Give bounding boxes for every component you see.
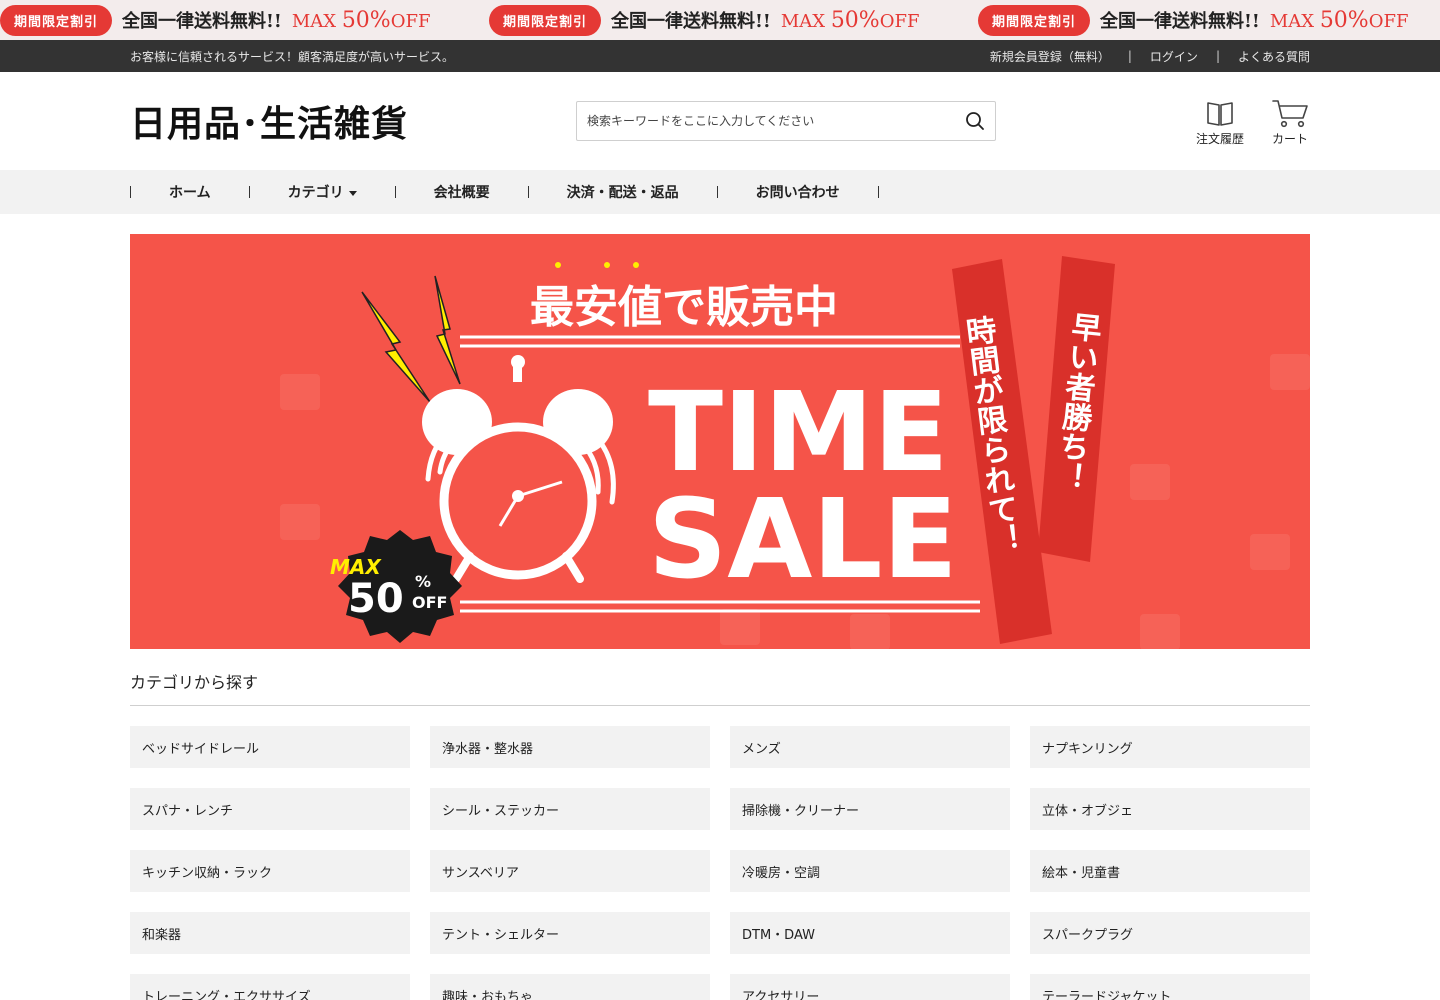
category-item[interactable]: ナプキンリング [1030, 726, 1310, 768]
banner-graphic: 最安値で販売中 TIME SALE 時間が限られて！ 早い者勝ち！ MAX 50… [280, 256, 1310, 649]
category-item[interactable]: スパークプラグ [1030, 912, 1310, 954]
caret-down-icon [348, 190, 357, 196]
ribbon-first-come: 早い者勝ち！ [1038, 256, 1115, 562]
cart-icon [1272, 100, 1308, 128]
nav-contact-label: お問い合わせ [755, 185, 840, 201]
promo-unit: 期間限定割引 全国一律送料無料!! MAX 50%OFF [0, 4, 489, 36]
tagline: お客様に信頼されるサービス！顧客満足度が高いサービス。 [130, 49, 455, 64]
nav-company-label: 会社概要 [433, 185, 490, 201]
dot [604, 262, 610, 268]
cart-label: カート [1271, 132, 1308, 146]
alarm-clock-icon [422, 355, 616, 583]
promo-max-value: 50% [341, 7, 391, 33]
discount-badge: MAX 50 % OFF [330, 530, 462, 643]
category-item[interactable]: 和楽器 [130, 912, 410, 954]
nav-home[interactable]: ホーム [131, 182, 249, 202]
promo-max-label: MAX [1269, 10, 1315, 32]
dot [633, 262, 639, 268]
ribbon-limited-time: 時間が限られて！ [952, 259, 1052, 644]
dot [555, 262, 561, 268]
banner-headline: 最安値で販売中 [530, 282, 838, 333]
badge-value: 50 [348, 576, 404, 622]
promo-badge: 期間限定割引 [0, 4, 113, 36]
category-item[interactable]: 冷暖房・空調 [730, 850, 1010, 892]
category-item[interactable]: 趣味・おもちゃ [430, 974, 710, 1000]
category-item[interactable]: スパナ・レンチ [130, 788, 410, 830]
promo-max-value: 50% [830, 7, 880, 33]
category-item[interactable]: メンズ [730, 726, 1010, 768]
promo-max-suffix: OFF [879, 10, 920, 32]
category-item[interactable]: 掃除機・クリーナー [730, 788, 1010, 830]
link-separator: | [1127, 49, 1132, 63]
promo-max-suffix: OFF [1368, 10, 1409, 32]
category-item[interactable]: ベッドサイドレール [130, 726, 410, 768]
badge-off: OFF [412, 593, 447, 612]
category-item[interactable]: 立体・オブジェ [1030, 788, 1310, 830]
promo-unit: 期間限定割引 全国一律送料無料!! MAX 50%OFF [489, 4, 978, 36]
nav-category-label: カテゴリ [287, 185, 344, 201]
nav-separator [877, 186, 879, 198]
category-item[interactable]: シール・ステッカー [430, 788, 710, 830]
promo-unit: 期間限定割引 全国一律送料無料!! MAX 50%OFF [978, 4, 1440, 36]
login-link[interactable]: ログイン [1150, 48, 1198, 65]
promo-ticker: 期間限定割引 全国一律送料無料!! MAX 50%OFF 期間限定割引 全国一律… [0, 0, 1440, 40]
category-item[interactable]: テント・シェルター [430, 912, 710, 954]
nav-contact[interactable]: お問い合わせ [718, 182, 878, 202]
category-section: カテゴリから探す ベッドサイドレール 浄水器・整水器 メンズ ナプキンリング ス… [130, 669, 1310, 1000]
time-sale-banner[interactable]: 最安値で販売中 TIME SALE 時間が限られて！ 早い者勝ち！ MAX 50… [130, 234, 1310, 649]
promo-max: MAX 50%OFF [1270, 8, 1409, 33]
site-header: 日用品･生活雑貨 注文履歴 [0, 72, 1440, 170]
promo-text: 全国一律送料無料!! [122, 11, 282, 32]
category-item[interactable]: テーラードジャケット [1030, 974, 1310, 1000]
banner-title-line2: SALE [648, 475, 958, 603]
search-box [576, 101, 996, 141]
category-item[interactable]: 絵本・児童書 [1030, 850, 1310, 892]
faq-link[interactable]: よくある質問 [1238, 48, 1310, 65]
nav-payment-label: 決済・配送・返品 [566, 185, 679, 201]
search-input[interactable] [577, 102, 955, 140]
cart-button[interactable]: カート [1270, 98, 1310, 147]
category-section-title: カテゴリから探す [130, 669, 1310, 706]
register-link[interactable]: 新規会員登録（無料） [990, 48, 1110, 65]
category-item[interactable]: キッチン収納・ラック [130, 850, 410, 892]
category-item[interactable]: DTM・DAW [730, 912, 1010, 954]
site-logo[interactable]: 日用品･生活雑貨 [130, 95, 408, 147]
category-grid: ベッドサイドレール 浄水器・整水器 メンズ ナプキンリング スパナ・レンチ シー… [130, 726, 1310, 1000]
category-item[interactable]: アクセサリー [730, 974, 1010, 1000]
nav-company[interactable]: 会社概要 [396, 182, 528, 202]
nav-home-label: ホーム [169, 185, 211, 201]
order-history-button[interactable]: 注文履歴 [1196, 98, 1244, 147]
promo-max: MAX 50%OFF [292, 8, 431, 33]
category-item[interactable]: トレーニング・エクササイズ [130, 974, 410, 1000]
promo-max-label: MAX [780, 10, 826, 32]
category-item[interactable]: サンスベリア [430, 850, 710, 892]
promo-max-suffix: OFF [390, 10, 431, 32]
category-item[interactable]: 浄水器・整水器 [430, 726, 710, 768]
top-bar: お客様に信頼されるサービス！顧客満足度が高いサービス。 新規会員登録（無料） |… [0, 40, 1440, 72]
nav-category[interactable]: カテゴリ [250, 182, 395, 202]
promo-max-value: 50% [1319, 7, 1369, 33]
top-links: 新規会員登録（無料） | ログイン | よくある質問 [990, 48, 1310, 65]
promo-text: 全国一律送料無料!! [611, 11, 771, 32]
order-history-label: 注文履歴 [1195, 132, 1244, 146]
book-icon [1207, 102, 1233, 126]
promo-badge: 期間限定割引 [489, 4, 602, 36]
badge-percent: % [415, 572, 431, 591]
promo-badge: 期間限定割引 [978, 4, 1091, 36]
promo-text: 全国一律送料無料!! [1100, 11, 1260, 32]
main-nav: ホーム カテゴリ 会社概要 決済・配送・返品 お問い合わせ [0, 170, 1440, 214]
promo-max: MAX 50%OFF [781, 8, 920, 33]
promo-max-label: MAX [291, 10, 337, 32]
search-button[interactable] [955, 102, 995, 140]
lightning-bolt-icon [361, 275, 461, 403]
nav-payment-shipping[interactable]: 決済・配送・返品 [529, 182, 717, 202]
link-separator: | [1215, 49, 1220, 63]
search-icon [966, 112, 984, 130]
